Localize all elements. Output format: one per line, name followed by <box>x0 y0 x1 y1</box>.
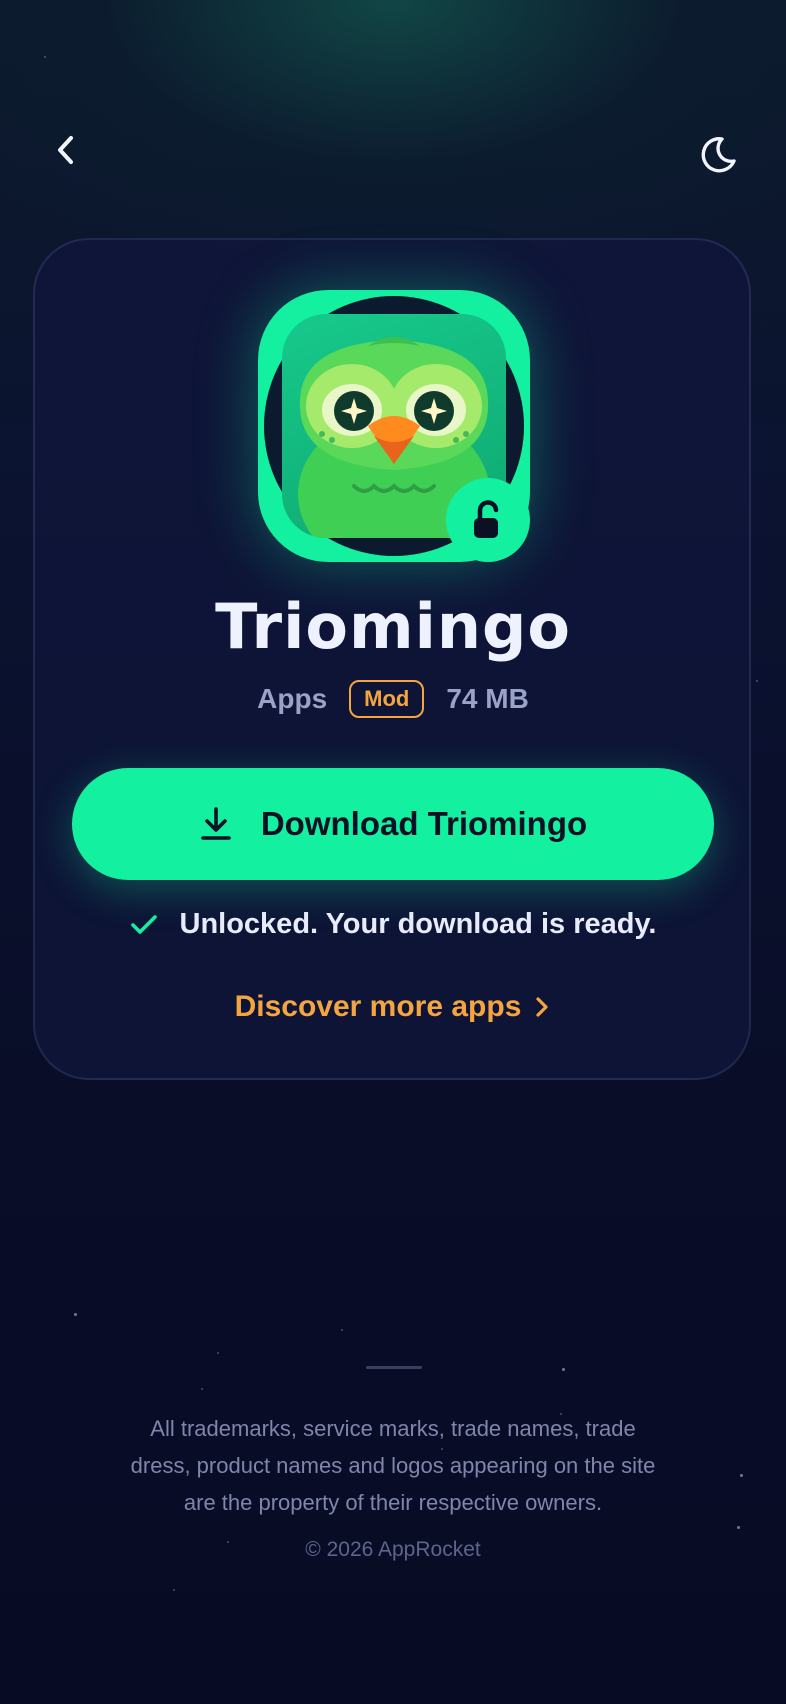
star <box>737 1526 740 1529</box>
download-button[interactable]: Download Triomingo <box>72 768 714 880</box>
download-button-label: Download Triomingo <box>260 805 588 842</box>
star <box>217 1352 219 1354</box>
discover-more-link[interactable]: Discover more apps <box>0 990 786 1024</box>
download-status: Unlocked. Your download is ready. <box>0 908 786 941</box>
discover-more-label: Discover more apps <box>234 990 522 1023</box>
star <box>173 1589 175 1591</box>
back-button[interactable] <box>44 128 88 172</box>
download-icon <box>201 807 231 840</box>
check-icon <box>130 914 157 934</box>
download-status-text: Unlocked. Your download is ready. <box>179 908 657 940</box>
legal-disclaimer: All trademarks, service marks, trade nam… <box>130 1416 656 1515</box>
copyright-text: © 2026 AppRocket <box>305 1538 481 1561</box>
app-meta-row: Apps Mod 74 MB <box>0 680 786 718</box>
app-size: 74 MB <box>446 683 529 714</box>
chevron-right-icon <box>536 997 548 1017</box>
app-category: Apps <box>257 683 328 714</box>
app-title: Triomingo <box>215 590 571 663</box>
chevron-left-icon <box>58 136 73 164</box>
star <box>740 1474 743 1477</box>
star <box>341 1329 343 1331</box>
unlocked-padlock-icon <box>446 478 530 562</box>
footer-divider <box>366 1366 422 1369</box>
theme-toggle-button[interactable] <box>694 130 742 178</box>
star <box>201 1388 203 1390</box>
star <box>74 1313 77 1316</box>
mod-badge: Mod <box>349 680 425 718</box>
moon-icon <box>701 137 736 173</box>
page: Triomingo Apps Mod 74 MB Download Triomi… <box>0 0 786 1704</box>
star <box>562 1368 565 1371</box>
star <box>44 56 46 58</box>
